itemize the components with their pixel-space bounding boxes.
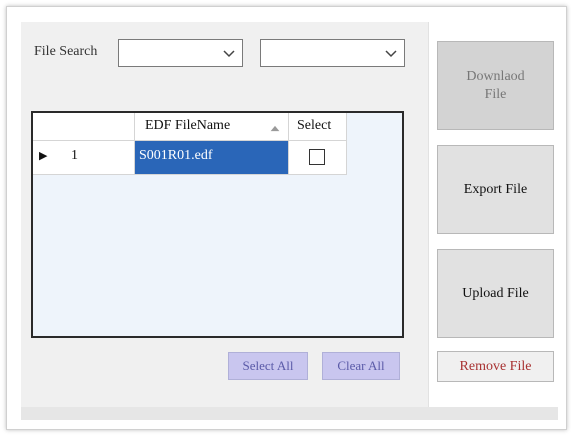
grid-header-filename-label: EDF FileName [145,118,231,133]
table-row[interactable]: ▶ 1 [33,141,135,175]
select-checkbox[interactable] [309,149,325,165]
export-file-label: Export File [463,181,528,197]
current-row-arrow-icon: ▶ [39,150,48,162]
filename-text: S001R01.edf [139,148,213,163]
bottom-strip [21,407,558,420]
upload-file-button[interactable]: Upload File [437,249,554,338]
select-all-label: Select All [242,358,294,373]
file-search-combo-2[interactable] [260,39,405,67]
upload-file-label: Upload File [462,285,529,301]
remove-file-label: Remove File [459,358,532,374]
export-file-button[interactable]: Export File [437,145,554,234]
sort-ascending-icon [270,125,280,132]
remove-file-button[interactable]: Remove File [437,351,554,382]
select-cell[interactable] [289,141,347,175]
grid-header-select-label: Select [297,118,332,133]
grid-header-filename[interactable]: EDF FileName [135,113,289,141]
clear-all-button[interactable]: Clear All [322,352,400,380]
clear-all-label: Clear All [337,358,385,373]
file-search-label: File Search [34,44,98,59]
download-label-line2: File [484,86,507,102]
download-label-line1: Downlaod [466,68,525,84]
select-all-button[interactable]: Select All [228,352,308,380]
row-index: 1 [71,148,78,163]
grid-header-row-marker [33,113,135,141]
file-grid[interactable]: EDF FileName Select ▶ 1 S001R01.edf [31,111,404,338]
file-search-combo-1[interactable] [118,39,243,67]
chevron-down-icon[interactable] [384,46,398,60]
grid-header-select[interactable]: Select [289,113,347,141]
filename-cell[interactable]: S001R01.edf [135,141,289,175]
chevron-down-icon[interactable] [222,46,236,60]
download-file-button[interactable]: Downlaod File [437,41,554,130]
